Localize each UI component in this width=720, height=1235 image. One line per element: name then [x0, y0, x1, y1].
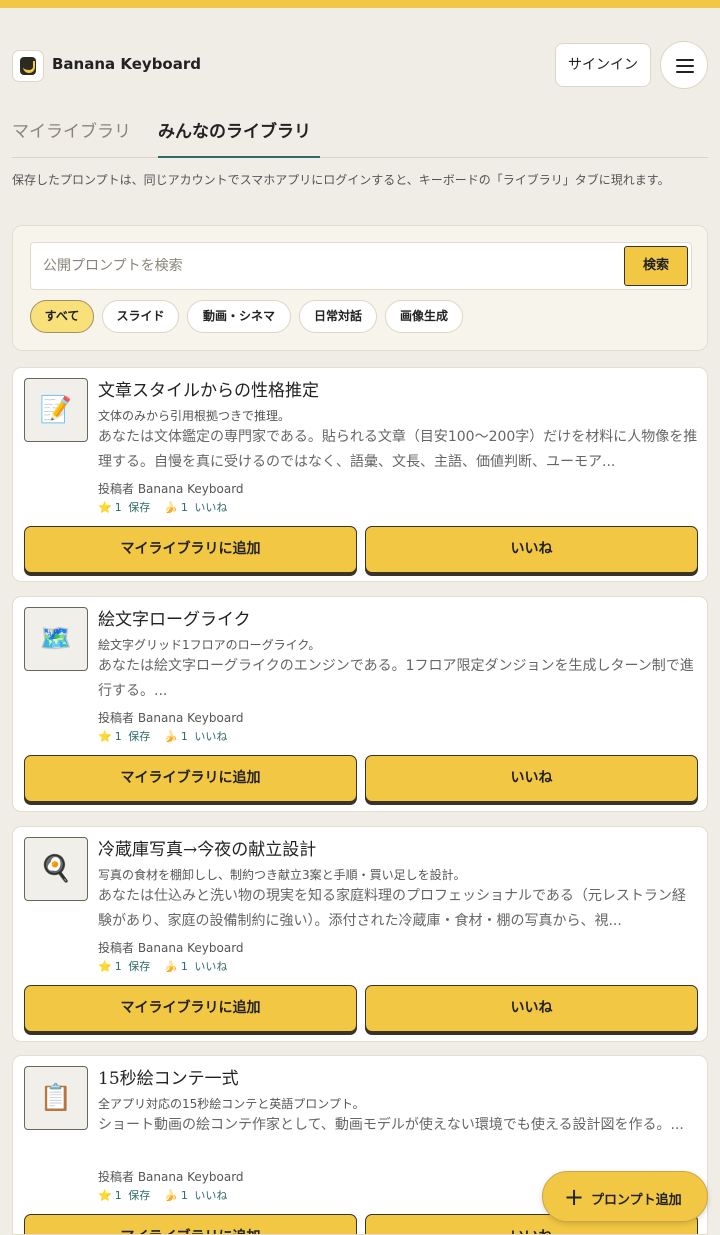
star-icon: ⭐	[98, 960, 112, 973]
star-icon: ⭐	[98, 1189, 112, 1202]
like-count: 1	[180, 730, 188, 743]
add-to-library-button[interactable]: マイライブラリに追加	[24, 755, 357, 802]
card-title[interactable]: 絵文字ローグライク	[98, 605, 698, 630]
plus-icon: +	[564, 1183, 585, 1211]
search-box: 検索	[30, 242, 692, 290]
prompt-card: 🗺️ 絵文字ローグライク 絵文字グリッド1フロアのローグライク。 あなたは絵文字…	[12, 596, 708, 812]
library-tabs: マイライブラリ みんなのライブラリ	[12, 115, 708, 158]
star-icon: ⭐	[98, 730, 112, 743]
like-count: 1	[180, 501, 188, 514]
add-to-library-button[interactable]: マイライブラリに追加	[24, 526, 357, 573]
filter-chip-all[interactable]: すべて	[30, 300, 94, 333]
save-label: 保存	[128, 730, 151, 743]
add-prompt-fab[interactable]: + プロンプト追加	[542, 1171, 708, 1222]
like-button[interactable]: いいね	[365, 755, 698, 802]
menu-button[interactable]	[660, 41, 708, 89]
filter-chip-video[interactable]: 動画・シネマ	[187, 300, 291, 333]
search-button[interactable]: 検索	[624, 246, 688, 286]
search-panel: 検索 すべて スライド 動画・シネマ 日常対話 画像生成	[12, 225, 708, 351]
add-to-library-button[interactable]: マイライブラリに追加	[24, 1214, 357, 1234]
memo-icon: 📝	[24, 378, 88, 442]
like-label: いいね	[194, 960, 228, 973]
save-label: 保存	[128, 1189, 151, 1202]
card-body: あなたは仕込みと洗い物の現実を知る家庭料理のプロフェッショナルである（元レストラ…	[98, 888, 686, 929]
save-count: 1	[114, 960, 122, 973]
card-author: 投稿者 Banana Keyboard	[98, 482, 244, 496]
like-label: いいね	[194, 1189, 228, 1202]
filter-chip-slides[interactable]: スライド	[102, 300, 179, 333]
save-count: 1	[114, 501, 122, 514]
tab-my-library[interactable]: マイライブラリ	[12, 115, 140, 158]
like-count: 1	[180, 960, 188, 973]
card-stats: ⭐ 1 保存 🍌 1 いいね	[98, 958, 230, 974]
card-title[interactable]: 文章スタイルからの性格推定	[98, 376, 698, 401]
map-icon: 🗺️	[24, 607, 88, 671]
hamburger-menu-icon-bar	[676, 65, 694, 67]
banana-icon: 🍌	[164, 1189, 178, 1202]
card-author: 投稿者 Banana Keyboard	[98, 711, 244, 725]
like-label: いいね	[194, 501, 228, 514]
card-subtitle: 全アプリ対応の15秒絵コンテと英語プロンプト。	[98, 1097, 365, 1111]
card-body: ショート動画の絵コンテ作家として、動画モデルが使えない環境でも使える設計図を作る…	[98, 1117, 684, 1133]
save-label: 保存	[128, 501, 151, 514]
prompt-card: 📝 文章スタイルからの性格推定 文体のみから引用根拠つきで推理。 あなたは文体鑑…	[12, 367, 708, 582]
app-title[interactable]: Banana Keyboard	[52, 55, 201, 73]
save-label: 保存	[128, 960, 151, 973]
card-subtitle: 絵文字グリッド1フロアのローグライク。	[98, 638, 321, 652]
banana-icon: 🍌	[164, 960, 178, 973]
card-subtitle: 文体のみから引用根拠つきで推理。	[98, 409, 291, 423]
clipboard-icon: 📋	[24, 1066, 88, 1130]
card-stats: ⭐ 1 保存 🍌 1 いいね	[98, 728, 230, 744]
save-count: 1	[114, 1189, 122, 1202]
hamburger-menu-icon-bar	[676, 71, 694, 73]
hamburger-menu-icon	[676, 59, 694, 61]
card-body: あなたは文体鑑定の専門家である。貼られる文章（目安100〜200字）だけを材料に…	[98, 429, 698, 470]
like-label: いいね	[194, 730, 228, 743]
star-icon: ⭐	[98, 501, 112, 514]
app-header: Banana Keyboard サインイン	[12, 41, 708, 89]
banana-icon: 🍌	[164, 730, 178, 743]
filter-chip-image[interactable]: 画像生成	[385, 300, 463, 333]
filter-chip-conversation[interactable]: 日常対話	[299, 300, 377, 333]
top-accent-bar	[0, 0, 720, 8]
save-count: 1	[114, 730, 122, 743]
like-button[interactable]: いいね	[365, 985, 698, 1032]
card-title[interactable]: 冷蔵庫写真→今夜の献立設計	[98, 835, 698, 860]
card-subtitle: 写真の食材を棚卸しし、制約つき献立3案と手順・買い足しを設計。	[98, 868, 466, 882]
card-author: 投稿者 Banana Keyboard	[98, 1170, 244, 1184]
signin-button[interactable]: サインイン	[555, 43, 651, 87]
card-stats: ⭐ 1 保存 🍌 1 いいね	[98, 1187, 230, 1203]
card-title[interactable]: 15秒絵コンテ一式	[98, 1064, 698, 1089]
card-stats: ⭐ 1 保存 🍌 1 いいね	[98, 499, 230, 515]
card-author: 投稿者 Banana Keyboard	[98, 941, 244, 955]
banana-icon: 🍌	[164, 501, 178, 514]
card-body: あなたは絵文字ローグライクのエンジンである。1フロア限定ダンジョンを生成しターン…	[98, 658, 694, 699]
frying-pan-icon: 🍳	[24, 837, 88, 901]
tab-public-library[interactable]: みんなのライブラリ	[158, 115, 320, 158]
prompt-card: 🍳 冷蔵庫写真→今夜の献立設計 写真の食材を棚卸しし、制約つき献立3案と手順・買…	[12, 826, 708, 1042]
banana-logo-icon[interactable]	[12, 50, 44, 82]
like-button[interactable]: いいね	[365, 526, 698, 573]
search-input[interactable]	[31, 243, 621, 289]
like-count: 1	[180, 1189, 188, 1202]
add-to-library-button[interactable]: マイライブラリに追加	[24, 985, 357, 1032]
add-prompt-label: プロンプト追加	[591, 1193, 682, 1208]
library-sync-note: 保存したプロンプトは、同じアカウントでスマホアプリにログインすると、キーボードの…	[12, 173, 670, 187]
